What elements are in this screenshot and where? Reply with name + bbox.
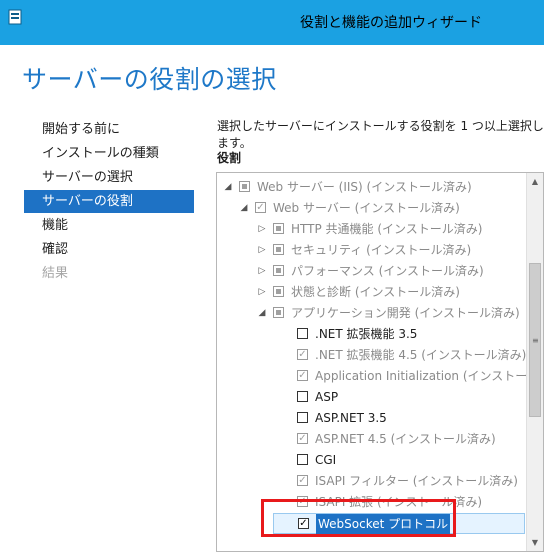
role-label: アプリケーション開発 (インストール済み) bbox=[291, 306, 520, 320]
nav-item-confirmation[interactable]: 確認 bbox=[24, 238, 194, 261]
role-row[interactable]: ASP bbox=[217, 387, 525, 408]
role-row[interactable]: ◢ ✓ Web サーバー (インストール済み) bbox=[217, 198, 525, 219]
role-label: HTTP 共通機能 (インストール済み) bbox=[291, 222, 483, 236]
roles-tree[interactable]: ◢ Web サーバー (IIS) (インストール済み) ◢ ✓ Web サーバー (イン… bbox=[216, 172, 544, 552]
expand-arrow-icon[interactable]: ▷ bbox=[257, 282, 267, 303]
instructions-text: 選択したサーバーにインストールする役割を 1 つ以上選択します。 bbox=[217, 119, 544, 150]
role-label: ASP bbox=[315, 390, 339, 404]
role-row[interactable]: ▷ 状態と診断 (インストール済み) bbox=[217, 282, 525, 303]
checkmark-icon: ✓ bbox=[298, 349, 307, 360]
nav-item-results: 結果 bbox=[42, 266, 69, 281]
role-row[interactable]: ◢ アプリケーション開発 (インストール済み) bbox=[217, 303, 525, 324]
window-title: 役割と機能の追加ウィザード bbox=[300, 15, 482, 31]
role-label: ASP.NET 4.5 (インストール済み) bbox=[315, 432, 496, 446]
role-label: セキュリティ (インストール済み) bbox=[291, 243, 472, 257]
role-row[interactable]: ▷ HTTP 共通機能 (インストール済み) bbox=[217, 219, 525, 240]
checkbox[interactable] bbox=[297, 328, 308, 339]
checkmark-icon: ✓ bbox=[298, 433, 307, 444]
role-row[interactable]: ◢ Web サーバー (IIS) (インストール済み) bbox=[217, 177, 525, 198]
checkbox[interactable]: ✓ bbox=[297, 433, 308, 444]
role-row[interactable]: .NET 拡張機能 3.5 bbox=[217, 324, 525, 345]
role-row[interactable]: ✓ Application Initialization (インストール済 bbox=[217, 366, 543, 387]
collapse-arrow-icon[interactable]: ◢ bbox=[223, 177, 233, 198]
nav-item-server-roles[interactable]: サーバーの役割 bbox=[24, 190, 194, 213]
nav-item-features[interactable]: 機能 bbox=[24, 214, 194, 237]
role-row[interactable]: CGI bbox=[217, 450, 525, 471]
checkbox[interactable] bbox=[273, 307, 284, 318]
role-label: CGI bbox=[315, 453, 337, 467]
checkbox[interactable] bbox=[273, 223, 284, 234]
nav-item-server-selection[interactable]: サーバーの選択 bbox=[24, 166, 194, 189]
collapse-arrow-icon[interactable]: ◢ bbox=[239, 198, 249, 219]
checkbox[interactable] bbox=[297, 412, 308, 423]
expand-arrow-icon[interactable]: ▷ bbox=[257, 219, 267, 240]
role-label: ISAPI フィルター (インストール済み) bbox=[315, 474, 518, 488]
checkbox[interactable] bbox=[273, 244, 284, 255]
scrollbar-thumb[interactable]: ≡ bbox=[529, 263, 541, 417]
collapse-arrow-icon[interactable]: ◢ bbox=[257, 303, 267, 324]
role-row[interactable]: ✓ ISAPI フィルター (インストール済み) bbox=[217, 471, 525, 492]
role-row[interactable]: ✓ .NET 拡張機能 4.5 (インストール済み) bbox=[217, 345, 527, 366]
role-row[interactable]: ASP.NET 3.5 bbox=[217, 408, 525, 429]
checkbox[interactable] bbox=[239, 181, 250, 192]
annotation-highlight-box bbox=[261, 499, 456, 537]
server-manager-icon bbox=[8, 9, 22, 25]
checkbox[interactable] bbox=[297, 391, 308, 402]
expand-arrow-icon[interactable]: ▷ bbox=[257, 261, 267, 282]
role-row[interactable]: ▷ セキュリティ (インストール済み) bbox=[217, 240, 525, 261]
role-row[interactable]: ▷ パフォーマンス (インストール済み) bbox=[217, 261, 525, 282]
checkbox[interactable]: ✓ bbox=[297, 370, 308, 381]
checkbox[interactable] bbox=[297, 454, 308, 465]
role-label: Web サーバー (IIS) (インストール済み) bbox=[257, 180, 472, 194]
checkbox[interactable] bbox=[273, 286, 284, 297]
role-label: Web サーバー (インストール済み) bbox=[273, 201, 460, 215]
checkbox[interactable]: ✓ bbox=[297, 349, 308, 360]
role-label: Application Initialization (インストール済 bbox=[315, 369, 544, 383]
roles-label: 役割 bbox=[217, 151, 242, 165]
role-row[interactable]: ✓ ASP.NET 4.5 (インストール済み) bbox=[217, 429, 525, 450]
nav-item-installation-type[interactable]: インストールの種類 bbox=[24, 142, 194, 165]
title-bar: 役割と機能の追加ウィザード bbox=[0, 0, 544, 45]
checkbox[interactable]: ✓ bbox=[297, 475, 308, 486]
role-label: 状態と診断 (インストール済み) bbox=[291, 285, 460, 299]
checkmark-icon: ✓ bbox=[256, 202, 265, 213]
role-label: .NET 拡張機能 4.5 (インストール済み) bbox=[315, 348, 527, 362]
scroll-up-arrow-icon[interactable]: ▲ bbox=[527, 173, 543, 190]
role-label: .NET 拡張機能 3.5 bbox=[315, 327, 418, 341]
checkmark-icon: ✓ bbox=[298, 475, 307, 486]
grip-icon: ≡ bbox=[532, 336, 539, 345]
vertical-scrollbar[interactable]: ▲ ≡ ▼ bbox=[526, 173, 543, 551]
page-title: サーバーの役割の選択 bbox=[22, 65, 277, 94]
checkmark-icon: ✓ bbox=[298, 370, 307, 381]
role-label: ASP.NET 3.5 bbox=[315, 411, 387, 425]
expand-arrow-icon[interactable]: ▷ bbox=[257, 240, 267, 261]
checkbox[interactable]: ✓ bbox=[255, 202, 266, 213]
checkbox[interactable] bbox=[273, 265, 284, 276]
nav-item-before-you-begin[interactable]: 開始する前に bbox=[24, 118, 194, 141]
role-label: パフォーマンス (インストール済み) bbox=[291, 264, 484, 278]
